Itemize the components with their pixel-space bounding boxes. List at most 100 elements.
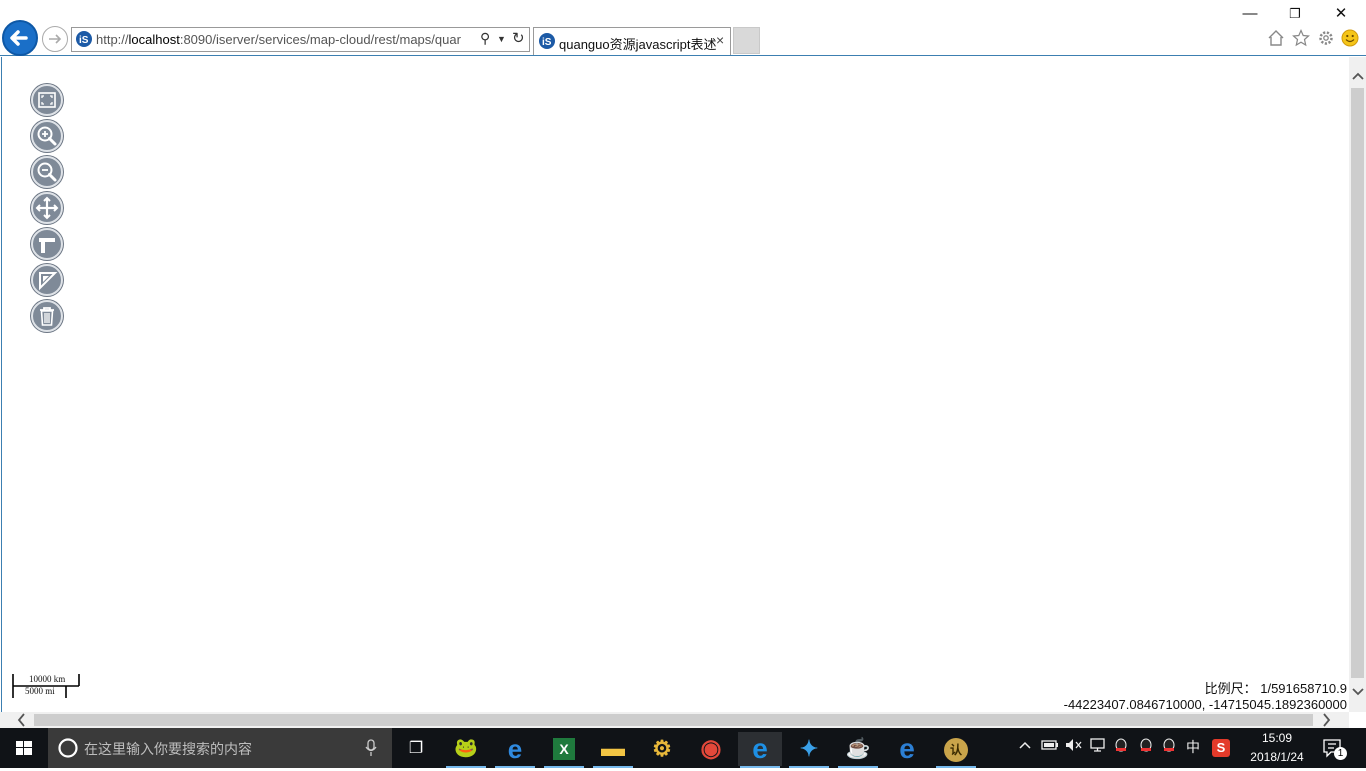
svg-text:iS: iS (79, 35, 89, 46)
forward-button[interactable] (42, 26, 68, 52)
vertical-scrollbar[interactable] (1349, 57, 1366, 712)
chrome-app-glyph: ◉ (700, 735, 722, 762)
new-tab-button[interactable] (733, 27, 760, 54)
forward-arrow-icon (49, 34, 62, 44)
url-scheme: http:// (96, 32, 129, 47)
zoom-out-button[interactable] (31, 156, 63, 188)
task-view-glyph: ❐ (408, 740, 424, 757)
ie-update-app-glyph: e (899, 733, 915, 764)
mouse-coordinates: -44223407.0846710000, -14715045.18923600… (1063, 697, 1347, 712)
horizontal-scrollbar[interactable] (0, 712, 1349, 728)
taskbar: 在这里输入你要搜索的内容 ❐ 🐸 e X ▬ ⚙ ◉ e ✦ ☕ e 认 中 S… (0, 728, 1366, 768)
url-text[interactable]: http://localhost:8090/iserver/services/m… (96, 32, 478, 48)
qq-third-icon[interactable] (1161, 738, 1177, 758)
measure-distance-button[interactable] (31, 228, 63, 260)
site-favicon-icon: iS (76, 31, 92, 47)
network-icon[interactable] (1089, 738, 1107, 756)
java-app-glyph: ☕ (845, 738, 871, 760)
badge-app-glyph: 认 (944, 737, 968, 762)
scale-value: 1/591658710.9 (1260, 681, 1347, 696)
chrome-app-icon[interactable]: ◉ (689, 732, 733, 766)
tab-favicon-icon: iS (539, 33, 555, 49)
url-path: :8090/iserver/services/map-cloud/rest/ma… (179, 32, 461, 47)
chevron-down-icon[interactable]: ▼ (497, 31, 506, 47)
back-button[interactable] (2, 20, 38, 56)
supermap-app-glyph: ✦ (799, 736, 819, 761)
gear-icon[interactable] (1317, 29, 1335, 50)
scale-bar-mi-label: 5000 mi (25, 686, 55, 696)
input-method-indicator[interactable]: 中 (1186, 738, 1200, 756)
scale-bar-km-label: 10000 km (29, 674, 66, 684)
qq-alt-icon[interactable] (1138, 738, 1154, 758)
zoom-in-icon (37, 126, 57, 146)
show-hidden-icons[interactable] (1018, 738, 1032, 756)
map-canvas[interactable]: 10000 km 5000 mi 比例尺： 1/591658710.9 -442… (1, 57, 1349, 712)
map-scale-readout: 比例尺： 1/591658710.9 (1205, 678, 1347, 697)
action-center-icon[interactable]: 1 (1322, 738, 1347, 760)
minimize-button[interactable]: — (1236, 4, 1264, 24)
cortana-icon (58, 738, 78, 758)
vertical-scroll-thumb[interactable] (1351, 88, 1364, 678)
url-host: localhost (128, 32, 180, 47)
pan-icon (35, 196, 59, 220)
clock-date[interactable]: 2018/1/24 (1243, 750, 1311, 764)
home-icon[interactable] (1267, 29, 1285, 50)
svg-text:iS: iS (542, 37, 552, 48)
scroll-right-icon[interactable] (1322, 713, 1332, 729)
supermap-app-icon[interactable]: ✦ (787, 732, 831, 768)
notification-count-badge: 1 (1334, 747, 1347, 760)
full-extent-button[interactable] (31, 84, 63, 116)
tab-close-icon[interactable]: × (716, 32, 724, 48)
close-window-button[interactable]: ✕ (1327, 4, 1355, 24)
battery-icon[interactable] (1041, 738, 1059, 756)
excel-app-icon[interactable]: X (542, 732, 586, 768)
pan-button[interactable] (31, 192, 63, 224)
restore-button[interactable]: ❐ (1281, 4, 1309, 24)
search-icon[interactable]: ⚲ (480, 30, 490, 47)
qq-icon[interactable] (1113, 738, 1129, 758)
clock-time[interactable]: 15:09 (1256, 731, 1298, 745)
measure-area-button[interactable] (31, 264, 63, 296)
edge-app-icon[interactable]: e (493, 732, 537, 768)
internet-explorer-app-glyph: e (752, 733, 768, 764)
measure-distance-icon (39, 238, 55, 253)
scale-label: 比例尺： (1204, 681, 1257, 696)
full-extent-icon (38, 92, 56, 108)
sogou-ime-icon[interactable]: S (1212, 739, 1230, 757)
java-app-icon[interactable]: ☕ (836, 732, 880, 768)
horizontal-scroll-thumb[interactable] (34, 714, 1313, 726)
scroll-up-icon[interactable] (1352, 69, 1364, 83)
zoom-out-icon (37, 162, 57, 182)
ie-update-app-icon[interactable]: e (885, 732, 929, 766)
scroll-left-icon[interactable] (16, 713, 26, 729)
star-icon[interactable] (1292, 29, 1310, 50)
start-button[interactable] (0, 728, 48, 768)
file-explorer-app-icon[interactable]: ▬ (591, 732, 635, 768)
internet-explorer-app-icon[interactable]: e (738, 732, 782, 768)
tool-app-glyph: ⚙ (652, 736, 672, 761)
excel-app-glyph: X (553, 737, 575, 760)
address-bar[interactable]: iS http://localhost:8090/iserver/service… (71, 27, 530, 52)
zoom-in-button[interactable] (31, 120, 63, 152)
tab-title: quanguo资源javascript表述 (559, 37, 717, 52)
browser-tab[interactable]: iS quanguo资源javascript表述 × (533, 27, 731, 55)
file-explorer-app-glyph: ▬ (601, 735, 625, 762)
frog-app-icon[interactable]: 🐸 (444, 732, 488, 768)
badge-app-icon[interactable]: 认 (934, 732, 978, 768)
volume-muted-icon[interactable] (1065, 738, 1083, 756)
microphone-icon[interactable] (364, 739, 378, 757)
refresh-icon[interactable]: ↻ (512, 29, 525, 47)
clear-button[interactable] (31, 300, 63, 332)
smiley-icon[interactable] (1341, 29, 1359, 50)
windows-logo-icon (16, 741, 32, 755)
frog-app-glyph: 🐸 (454, 738, 478, 759)
edge-app-glyph: e (507, 734, 523, 764)
task-view-icon[interactable]: ❐ (394, 732, 438, 766)
scroll-down-icon[interactable] (1352, 685, 1364, 699)
browser-chrome: — ❐ ✕ iS http://localhost:8090/iserver/s… (0, 0, 1366, 56)
measure-area-icon (39, 272, 58, 291)
trash-icon (40, 307, 54, 326)
tool-app-icon[interactable]: ⚙ (640, 732, 684, 766)
taskbar-search-placeholder: 在这里输入你要搜索的内容 (84, 741, 252, 757)
taskbar-search-box[interactable]: 在这里输入你要搜索的内容 (48, 728, 392, 768)
